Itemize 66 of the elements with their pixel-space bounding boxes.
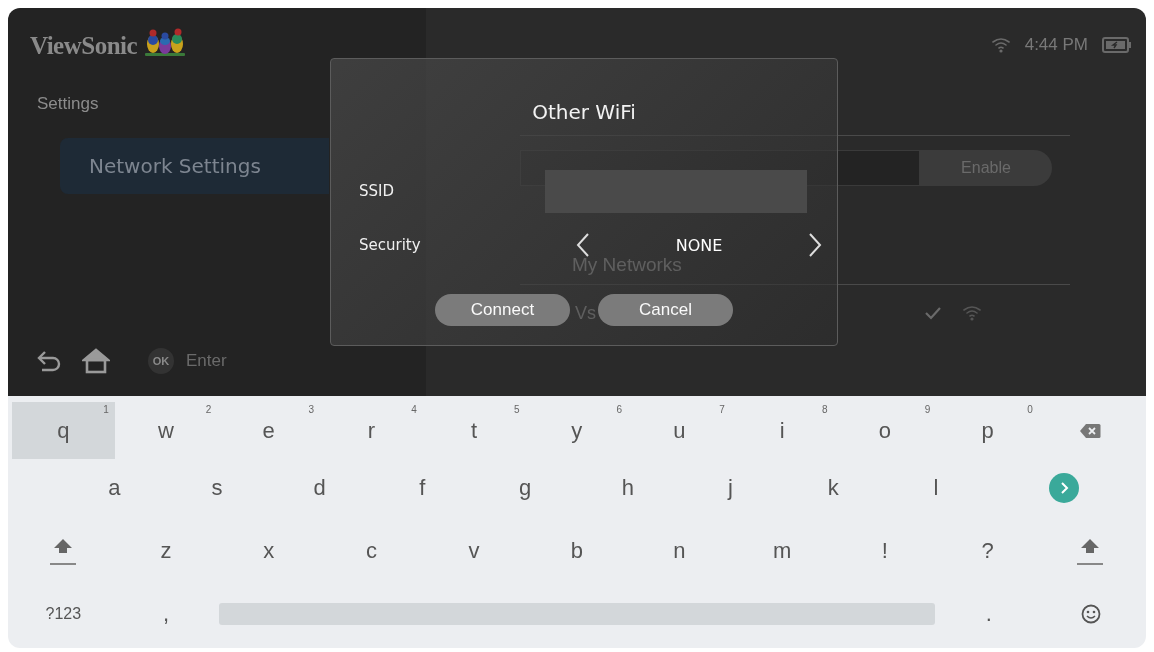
chevron-right-icon[interactable]: [807, 232, 823, 258]
keyboard-key[interactable]: .: [937, 586, 1041, 642]
backspace-icon[interactable]: [1079, 422, 1102, 439]
cancel-button[interactable]: Cancel: [598, 294, 733, 326]
keyboard-key[interactable]: h: [576, 459, 680, 516]
number-hint: 0: [1027, 404, 1033, 415]
field-label: SSID: [358, 182, 396, 200]
battery-icon: [1102, 37, 1132, 53]
connect-button[interactable]: Connect: [435, 294, 570, 326]
keyboard-key[interactable]: o 9: [833, 402, 937, 459]
keyboard-key[interactable]: z: [114, 516, 218, 586]
keyboard-key[interactable]: !: [833, 516, 937, 586]
back-icon[interactable]: [36, 350, 62, 372]
enter-hint: Enter: [186, 351, 227, 371]
number-hint: 4: [411, 404, 417, 415]
keyboard-key[interactable]: l: [884, 459, 988, 516]
wifi-icon: [990, 36, 1011, 54]
field-label: Security: [358, 236, 422, 254]
keyboard-key[interactable]: e 3: [217, 402, 321, 459]
birds-logo-icon: [143, 26, 188, 58]
number-hint: 9: [924, 404, 931, 415]
shift-icon[interactable]: [50, 536, 77, 566]
number-hint: 6: [616, 404, 623, 415]
keyboard-key[interactable]: v: [422, 516, 526, 586]
keyboard-key[interactable]: q 1: [12, 402, 115, 459]
keyboard-key[interactable]: i 8: [730, 402, 834, 459]
number-hint: 8: [821, 404, 828, 415]
keyboard-key[interactable]: y 6: [525, 402, 629, 459]
keyboard-key[interactable]: c: [320, 516, 423, 586]
settings-title: Settings: [36, 93, 100, 114]
keyboard-key[interactable]: u 7: [628, 402, 731, 459]
keyboard-key[interactable]: m: [730, 516, 834, 586]
clock-time: 4:44 PM: [1024, 35, 1088, 55]
number-hint: 3: [308, 404, 315, 415]
security-value: NONE: [675, 235, 723, 255]
shift-icon[interactable]: [1077, 536, 1104, 566]
ok-badge: OK: [148, 348, 174, 374]
keyboard-key[interactable]: ,: [114, 586, 218, 642]
emoji-icon[interactable]: [1081, 604, 1102, 624]
keyboard-key[interactable]: ?: [936, 516, 1039, 586]
home-icon[interactable]: [82, 348, 110, 374]
number-hint: 7: [719, 404, 725, 415]
keyboard-key[interactable]: a: [63, 459, 166, 516]
keyboard-key[interactable]: f: [371, 459, 474, 516]
ssid-field[interactable]: [545, 169, 807, 213]
keyboard-key[interactable]: s: [165, 459, 269, 516]
keyboard-key[interactable]: g: [473, 459, 577, 516]
wifi-icon: [962, 304, 982, 322]
keyboard-key[interactable]: b: [525, 516, 629, 586]
number-hint: 2: [205, 404, 212, 415]
number-hint: 5: [513, 404, 520, 415]
keyboard-key[interactable]: t 5: [422, 402, 526, 459]
keyboard-key[interactable]: r 4: [320, 402, 423, 459]
keyboard-key[interactable]: w 2: [114, 402, 218, 459]
dialog-title: Other WiFi: [531, 99, 637, 126]
menu-item[interactable]: Network Settings: [60, 138, 329, 194]
keyboard-key[interactable]: x: [217, 516, 321, 586]
keyboard-key[interactable]: d: [268, 459, 372, 516]
brand-logo: ViewSonic: [30, 32, 138, 60]
chevron-left-icon[interactable]: [575, 232, 591, 258]
keyboard-key[interactable]: n: [628, 516, 731, 586]
keyboard-key[interactable]: ?123: [12, 586, 115, 642]
number-hint: 1: [103, 404, 109, 415]
keyboard-key[interactable]: j: [679, 459, 782, 516]
keyboard-key[interactable]: k: [781, 459, 885, 516]
keyboard-key[interactable]: p 0: [936, 402, 1039, 459]
